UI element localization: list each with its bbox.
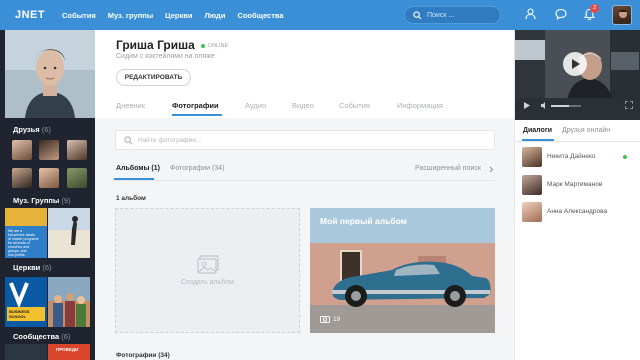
community-tile-text: ПРОВЕДИ: [56, 347, 79, 352]
photos-section-label: Фотографии (34): [116, 352, 170, 359]
group-tile-text: We are a full-service studio of master p…: [8, 229, 39, 257]
volume-slider[interactable]: [551, 105, 581, 107]
create-album-label: Создать альбом: [181, 279, 234, 286]
tab-photos[interactable]: Фотографии: [172, 101, 219, 110]
tab-friends-online[interactable]: Друзья онлайн: [562, 127, 610, 134]
header-search[interactable]: Поиск ...: [404, 6, 501, 24]
nav-communities[interactable]: Сообщества: [237, 11, 283, 20]
friends-count: (6): [41, 125, 51, 134]
photo-search-input[interactable]: Найти фотографии...: [115, 130, 495, 150]
album-title: Мой первый альбом: [320, 216, 407, 226]
friend-avatar[interactable]: [39, 140, 59, 160]
contact-item[interactable]: Анна Александрова: [522, 202, 634, 222]
online-label: ONLINE: [208, 43, 229, 49]
main-nav: События Муз. группы Церкви Люди Сообщест…: [62, 11, 296, 20]
friend-avatar[interactable]: [67, 140, 87, 160]
photo-search-placeholder: Найти фотографии...: [138, 137, 202, 144]
contact-avatar: [522, 175, 542, 195]
community-tile[interactable]: ПРОВЕДИ: [48, 344, 90, 360]
profile-status: Сидим с коктейлями на пляже: [116, 53, 215, 60]
search-icon: [413, 11, 422, 20]
online-dot: [201, 44, 205, 48]
contact-name: Анна Александрова: [547, 208, 608, 215]
volume-icon[interactable]: [541, 102, 548, 109]
friends-label: Друзья: [13, 125, 40, 134]
active-tab-indicator: [172, 114, 222, 116]
tab-dialogs[interactable]: Диалоги: [523, 127, 552, 134]
header-search-placeholder: Поиск ...: [427, 11, 455, 19]
messages-icon[interactable]: [555, 8, 567, 20]
subtab-photos[interactable]: Фотографии (34): [170, 165, 224, 172]
tab-diary[interactable]: Дневник: [116, 101, 145, 110]
tab-events[interactable]: События: [339, 101, 370, 110]
groups-section-title[interactable]: Муз. Группы (9): [13, 196, 71, 205]
play-button[interactable]: [563, 52, 587, 76]
contact-item[interactable]: Никита Дайнеко: [522, 147, 634, 167]
group-tile[interactable]: We are a full-service studio of master p…: [5, 208, 47, 258]
user-avatar[interactable]: [612, 5, 632, 25]
contact-avatar: [522, 147, 542, 167]
advanced-search-link[interactable]: Расширенный поиск: [415, 165, 481, 172]
friend-avatar[interactable]: [67, 168, 87, 188]
divider: [114, 180, 495, 181]
groups-count: (9): [61, 196, 71, 205]
contact-name: Никита Дайнеко: [547, 153, 596, 160]
contact-item[interactable]: Марк Мартиманов: [522, 175, 634, 195]
churches-count: (6): [42, 263, 52, 272]
community-tile[interactable]: [5, 344, 47, 360]
album-cover-image: [310, 208, 495, 333]
profile-name: Гриша Гриша: [116, 38, 195, 52]
subtab-albums[interactable]: Альбомы (1): [116, 165, 160, 172]
friends-section-title[interactable]: Друзья (6): [13, 125, 51, 134]
left-sidebar: Друзья (6) Муз. Группы (9) We are a full…: [0, 30, 95, 360]
communities-section-title[interactable]: Сообщества (6): [13, 332, 70, 341]
camera-icon: [320, 316, 330, 323]
nav-churches[interactable]: Церкви: [165, 11, 192, 20]
photo-album-icon: [197, 255, 219, 274]
church-tile-text: BUSINESS SCHOOL: [9, 309, 30, 319]
churches-label: Церкви: [13, 263, 41, 272]
chevron-right-icon: [489, 166, 494, 173]
communities-count: (6): [61, 332, 71, 341]
tab-video[interactable]: Видео: [292, 101, 314, 110]
church-tile[interactable]: [48, 277, 90, 327]
friend-avatar[interactable]: [12, 140, 32, 160]
play-icon: [572, 59, 580, 69]
churches-section-title[interactable]: Церкви (6): [13, 263, 52, 272]
groups-label: Муз. Группы: [13, 196, 60, 205]
profile-photo[interactable]: [5, 30, 95, 118]
album-card[interactable]: Мой первый альбом 19: [310, 208, 495, 333]
tab-audio[interactable]: Аудио: [245, 101, 266, 110]
play-small-icon[interactable]: [524, 102, 530, 109]
contact-name: Марк Мартиманов: [547, 181, 603, 188]
nav-music-groups[interactable]: Муз. группы: [108, 11, 153, 20]
online-dot: [623, 155, 627, 159]
tab-info[interactable]: Информация: [397, 101, 443, 110]
communities-label: Сообщества: [13, 332, 60, 341]
albums-count-label: 1 альбом: [116, 195, 146, 202]
nav-people[interactable]: Люди: [204, 11, 225, 20]
video-player[interactable]: [515, 30, 640, 120]
nav-events[interactable]: События: [62, 11, 96, 20]
create-album-button[interactable]: Создать альбом: [115, 208, 300, 333]
group-tile[interactable]: [48, 208, 90, 258]
friend-avatar[interactable]: [12, 168, 32, 188]
friend-avatar[interactable]: [39, 168, 59, 188]
album-photo-count: 19: [333, 316, 341, 323]
divider: [515, 141, 640, 142]
profile-icon[interactable]: [525, 8, 536, 20]
notification-badge: 2: [590, 4, 599, 13]
church-tile[interactable]: BUSINESS SCHOOL: [5, 277, 47, 327]
contact-avatar: [522, 202, 542, 222]
search-icon: [124, 136, 133, 145]
fullscreen-icon[interactable]: [625, 101, 633, 109]
app-logo[interactable]: JNET: [15, 9, 45, 21]
top-bar: JNET События Муз. группы Церкви Люди Соо…: [0, 0, 640, 30]
edit-profile-button[interactable]: РЕДАКТИРОВАТЬ: [116, 69, 191, 86]
